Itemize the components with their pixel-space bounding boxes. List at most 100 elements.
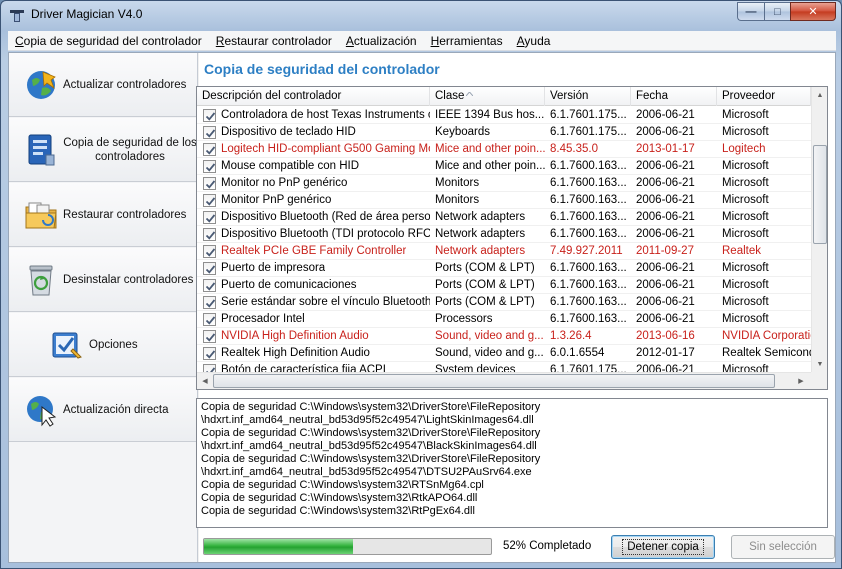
title-bar[interactable]: Driver Magician V4.0 — □ ✕ xyxy=(1,1,841,31)
minimize-button[interactable]: — xyxy=(737,2,764,21)
no-selection-button[interactable]: Sin selección xyxy=(731,535,835,559)
row-checkbox[interactable] xyxy=(203,295,216,309)
row-checkbox[interactable] xyxy=(203,329,216,343)
sidebar-item-restore[interactable]: Restaurar controladores xyxy=(9,183,197,247)
vertical-scroll-thumb[interactable] xyxy=(813,145,827,244)
cell-class: Ports (COM & LPT) xyxy=(435,279,535,291)
cell-description: Puerto de comunicaciones xyxy=(197,277,430,293)
table-row[interactable]: Puerto de impresora Ports (COM & LPT) 6.1.… xyxy=(197,260,811,277)
menu-label-rest: erramientas xyxy=(439,33,503,48)
row-checkbox[interactable] xyxy=(203,193,216,207)
sidebar-item-direct-update[interactable]: Actualización directa xyxy=(9,378,197,442)
sidebar-label: Desinstalar controladores xyxy=(63,273,194,286)
menu-item[interactable]: Actualización xyxy=(339,34,424,48)
horizontal-scroll-thumb[interactable] xyxy=(213,374,775,388)
cell-provider: Microsoft xyxy=(722,126,769,138)
checkmark-icon xyxy=(205,213,216,223)
row-checkbox[interactable] xyxy=(203,125,216,139)
cell-version: 6.1.7600.163... xyxy=(550,177,627,189)
horizontal-scrollbar[interactable]: ◀ ▶ xyxy=(197,372,811,389)
recycle-bin-icon xyxy=(23,262,59,298)
checkmark-icon xyxy=(205,179,216,189)
sidebar-item-options[interactable]: Opciones xyxy=(9,313,197,377)
progress-bar xyxy=(203,538,492,555)
sort-ascending-icon xyxy=(466,92,473,96)
table-row[interactable]: Realtek High Definition Audio Sound, vide… xyxy=(197,345,811,362)
maximize-button[interactable]: □ xyxy=(764,2,790,21)
cell-description: NVIDIA High Definition Audio xyxy=(197,328,430,344)
row-checkbox[interactable] xyxy=(203,244,216,258)
scroll-right-icon[interactable]: ▶ xyxy=(793,373,809,389)
checkmark-icon xyxy=(205,349,216,359)
table-row[interactable]: Dispositivo de teclado HID Keyboards 6.1.7… xyxy=(197,124,811,141)
window-controls: — □ ✕ xyxy=(737,2,836,21)
column-header-version[interactable]: Versión xyxy=(545,87,631,106)
menu-item[interactable]: Restaurar controlador xyxy=(209,34,339,48)
app-icon xyxy=(10,10,24,22)
log-line: Copia de seguridad C:\Windows\system32\R… xyxy=(201,492,478,504)
main-panel: Copia de seguridad del controlador Descr… xyxy=(196,53,835,562)
table-row[interactable]: Mouse compatible con HID Mice and other p… xyxy=(197,158,811,175)
description-text: Logitech HID-compliant G500 Gaming Mo... xyxy=(221,142,430,155)
cell-version: 6.0.1.6554 xyxy=(550,347,605,359)
close-button[interactable]: ✕ xyxy=(790,2,836,21)
table-row[interactable]: Monitor PnP genérico Monitors 6.1.7600.163… xyxy=(197,192,811,209)
checkmark-icon xyxy=(205,281,216,291)
row-checkbox[interactable] xyxy=(203,346,216,360)
menu-item[interactable]: Herramientas xyxy=(424,34,510,48)
cell-provider: Microsoft xyxy=(722,228,769,240)
stop-backup-button[interactable]: Detener copia xyxy=(611,535,715,559)
row-checkbox[interactable] xyxy=(203,227,216,241)
sidebar-item-update[interactable]: Actualizar controladores xyxy=(9,53,197,117)
table-row[interactable]: NVIDIA High Definition Audio Sound, video… xyxy=(197,328,811,345)
column-header-class[interactable]: Clase xyxy=(430,87,545,106)
table-row[interactable]: Puerto de comunicaciones Ports (COM & LPT… xyxy=(197,277,811,294)
log-line: \hdxrt.inf_amd64_neutral_bd53d95f52c4954… xyxy=(201,466,532,478)
row-checkbox[interactable] xyxy=(203,210,216,224)
sidebar-label: Copia de seguridad de los controladores xyxy=(63,136,197,163)
table-row[interactable]: Serie estándar sobre el vínculo Bluetoot… xyxy=(197,294,811,311)
table-row[interactable]: Monitor no PnP genérico Monitors 6.1.7600.… xyxy=(197,175,811,192)
checkmark-icon xyxy=(205,315,216,325)
column-header-provider[interactable]: Proveedor xyxy=(717,87,811,106)
globe-update-icon xyxy=(23,67,59,103)
column-header-date[interactable]: Fecha xyxy=(631,87,717,106)
cell-description: Monitor PnP genérico xyxy=(197,192,430,208)
log-line: Copia de seguridad C:\Windows\system32\R… xyxy=(201,505,475,517)
row-checkbox[interactable] xyxy=(203,159,216,173)
row-checkbox[interactable] xyxy=(203,312,216,326)
row-checkbox[interactable] xyxy=(203,261,216,275)
cell-date: 2006-06-21 xyxy=(636,228,695,240)
table-row[interactable]: Procesador Intel Processors 6.1.7600.163..… xyxy=(197,311,811,328)
row-checkbox[interactable] xyxy=(203,142,216,156)
cell-version: 6.1.7600.163... xyxy=(550,228,627,240)
sidebar-item-backup[interactable]: Copia de seguridad de los controladores xyxy=(9,118,197,182)
app-window: Driver Magician V4.0 — □ ✕ Copia de segu… xyxy=(0,0,842,569)
cell-date: 2011-09-27 xyxy=(636,245,694,257)
cell-description: Dispositivo Bluetooth (Red de área perso… xyxy=(197,209,430,225)
backup-log[interactable]: Copia de seguridad C:\Windows\system32\D… xyxy=(196,398,828,528)
cell-date: 2006-06-21 xyxy=(636,194,695,206)
client-area: Actualizar controladores Copia de seguri… xyxy=(8,52,836,563)
scroll-left-icon[interactable]: ◀ xyxy=(197,373,213,389)
menu-item[interactable]: Copia de seguridad del controlador xyxy=(8,34,209,48)
row-checkbox[interactable] xyxy=(203,176,216,190)
cell-provider: Microsoft xyxy=(722,296,769,308)
sidebar: Actualizar controladores Copia de seguri… xyxy=(9,53,198,562)
sidebar-item-uninstall[interactable]: Desinstalar controladores xyxy=(9,248,197,312)
scroll-up-icon[interactable]: ▲ xyxy=(812,87,827,103)
vertical-scrollbar[interactable]: ▲ ▼ xyxy=(811,87,827,372)
table-row[interactable]: Dispositivo Bluetooth (TDI protocolo RFC… xyxy=(197,226,811,243)
menu-item[interactable]: Ayuda xyxy=(510,34,558,48)
cell-class: IEEE 1394 Bus hos... xyxy=(435,109,545,121)
column-header-description[interactable]: Descripción del controlador xyxy=(197,87,430,106)
row-checkbox[interactable] xyxy=(203,278,216,292)
table-row[interactable]: Realtek PCIe GBE Family Controller Networ… xyxy=(197,243,811,260)
table-row[interactable]: Dispositivo Bluetooth (Red de área perso… xyxy=(197,209,811,226)
table-row[interactable]: Controladora de host Texas Instruments c… xyxy=(197,107,811,124)
table-row[interactable]: Logitech HID-compliant G500 Gaming Mo...… xyxy=(197,141,811,158)
row-checkbox[interactable] xyxy=(203,108,216,122)
log-line: \hdxrt.inf_amd64_neutral_bd53d95f52c4954… xyxy=(201,414,534,426)
scroll-down-icon[interactable]: ▼ xyxy=(812,356,827,372)
description-text: Realtek High Definition Audio xyxy=(221,346,370,359)
